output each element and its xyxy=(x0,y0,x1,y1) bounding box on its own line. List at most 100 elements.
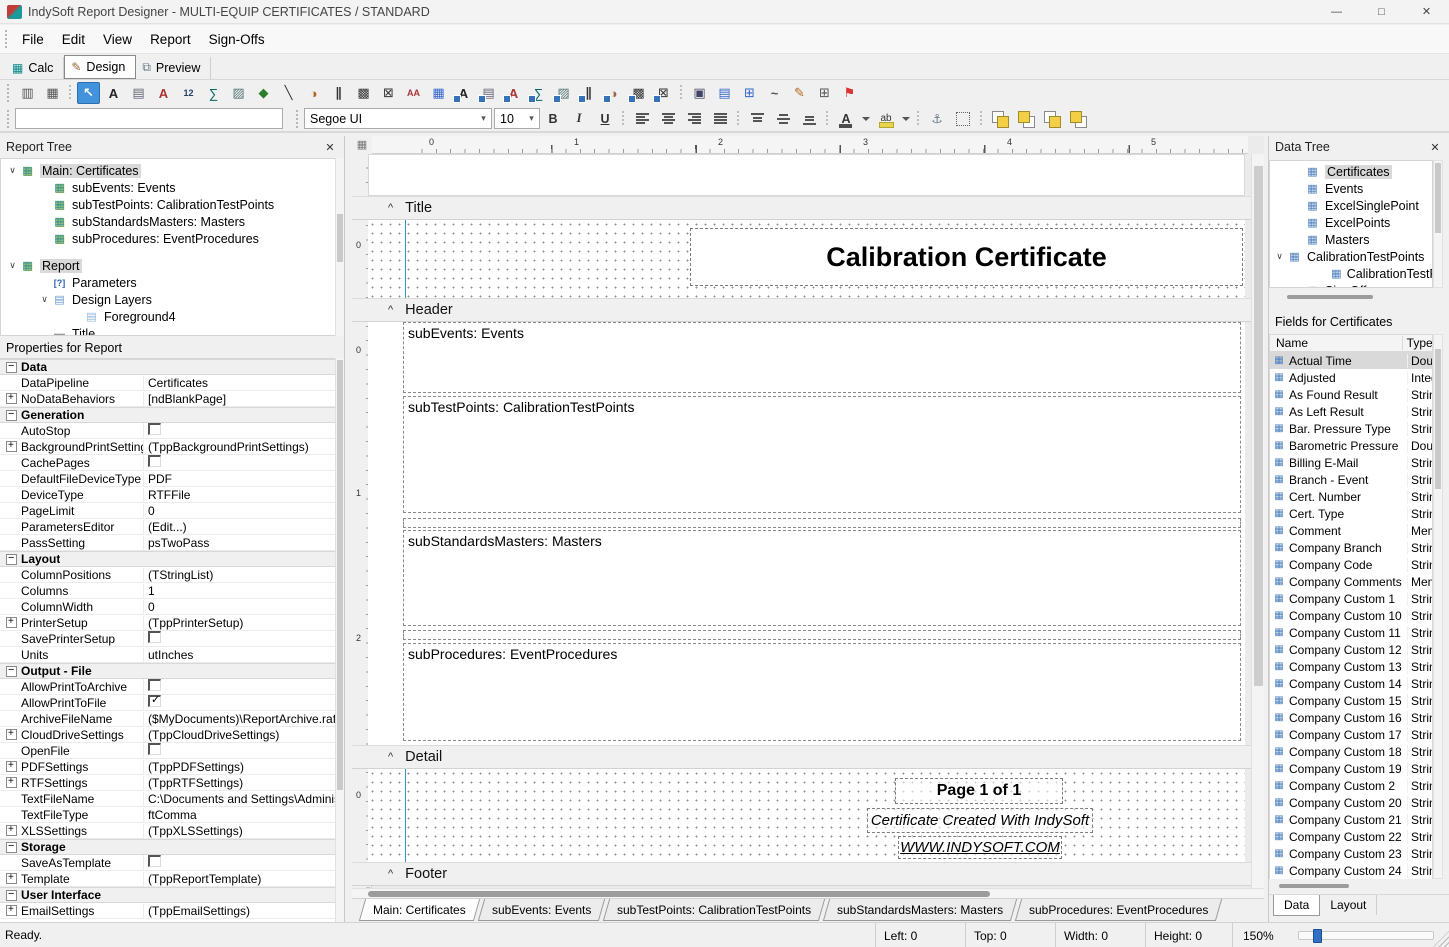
field-row[interactable]: Cert. Number Strin xyxy=(1270,488,1432,505)
separator[interactable] xyxy=(619,108,628,130)
property-row[interactable]: Storage xyxy=(0,839,335,855)
property-value[interactable] xyxy=(143,455,335,470)
bring-to-front-button[interactable] xyxy=(988,108,1012,130)
expand-icon[interactable] xyxy=(6,729,17,740)
field-row[interactable]: Cert. Type Strin xyxy=(1270,505,1432,522)
richtext-tool-icon[interactable]: A xyxy=(152,82,175,104)
region-tool-icon[interactable]: ▣ xyxy=(688,82,711,104)
right-panel-tab[interactable]: Data xyxy=(1273,895,1320,916)
data-tree-item[interactable]: CalibrationTestPoints xyxy=(1270,265,1432,282)
band-strip-header[interactable]: ^ Header xyxy=(352,298,1261,322)
separator[interactable] xyxy=(677,82,686,104)
property-row[interactable]: DataPipeline Certificates xyxy=(0,375,335,391)
expand-icon[interactable] xyxy=(6,569,17,580)
property-value[interactable]: Certificates xyxy=(143,376,335,390)
field-row[interactable]: Company Custom 1 Strin xyxy=(1270,590,1432,607)
font-name-combobox[interactable]: Segoe UI ▾ xyxy=(304,108,492,129)
dbimage-tool-icon[interactable]: ▨ xyxy=(552,82,575,104)
page-tab[interactable]: Main: Certificates xyxy=(359,899,480,921)
highlight-button[interactable]: ab xyxy=(874,108,898,130)
property-row[interactable]: DefaultFileDeviceType PDF xyxy=(0,471,335,487)
property-row[interactable]: SaveAsTemplate xyxy=(0,855,335,871)
expand-icon[interactable] xyxy=(6,745,17,756)
chevron-down-icon[interactable]: ∨ xyxy=(37,294,52,305)
field-row[interactable]: Actual Time Doub xyxy=(1270,352,1432,369)
property-row[interactable]: Template (TppReportTemplate) xyxy=(0,871,335,887)
dbbarcode-tool-icon[interactable]: ∥ xyxy=(577,82,600,104)
property-row[interactable]: DeviceType RTFFile xyxy=(0,487,335,503)
property-row[interactable]: EmailSettings (TppEmailSettings) xyxy=(0,903,335,919)
right-panel-tab[interactable]: Layout xyxy=(1320,895,1377,915)
subreport-component[interactable] xyxy=(403,630,1241,640)
field-row[interactable]: Company Custom 12 Strin xyxy=(1270,641,1432,658)
field-row[interactable]: Company Custom 17 Strin xyxy=(1270,726,1432,743)
underline-button[interactable]: U xyxy=(593,108,617,130)
expand-icon[interactable] xyxy=(6,617,17,628)
data-tree-item[interactable]: ExcelPoints xyxy=(1270,214,1432,231)
field-row[interactable]: Company Custom 19 Strin xyxy=(1270,760,1432,777)
dbmemo-tool-icon[interactable]: ▤ xyxy=(477,82,500,104)
separator[interactable] xyxy=(914,108,923,130)
data-tree-item[interactable]: Events xyxy=(1270,180,1432,197)
data-tree-horizontal-scrollbar[interactable] xyxy=(1269,292,1443,301)
property-value[interactable]: [ndBlankPage] xyxy=(143,392,335,406)
property-value[interactable]: C:\Documents and Settings\Administr xyxy=(143,792,335,806)
detail-label-component[interactable]: Certificate Created With IndySoft xyxy=(867,808,1093,833)
barcode2d-tool-icon[interactable]: ▩ xyxy=(352,82,375,104)
property-value[interactable]: 1 xyxy=(143,584,335,598)
field-row[interactable]: Bar. Pressure Type Strin xyxy=(1270,420,1432,437)
resize-grip[interactable] xyxy=(1433,931,1449,947)
field-row[interactable]: Company Comments Mem xyxy=(1270,573,1432,590)
field-row[interactable]: Company Code Strin xyxy=(1270,556,1432,573)
chart-tool-icon[interactable]: ◑ xyxy=(302,82,325,104)
property-row[interactable]: ParametersEditor (Edit...) xyxy=(0,519,335,535)
rotated-text-tool-icon[interactable]: AA xyxy=(402,82,425,104)
property-row[interactable]: TextFileType ftComma xyxy=(0,807,335,823)
property-value[interactable]: (TppPrinterSetup) xyxy=(143,616,335,630)
fields-column-type[interactable]: Type xyxy=(1403,336,1432,350)
expand-icon[interactable] xyxy=(6,489,17,500)
field-row[interactable]: Company Custom 22 Strin xyxy=(1270,828,1432,845)
property-value[interactable]: RTFFile xyxy=(143,488,335,502)
barcode-tool-icon[interactable]: ∥ xyxy=(327,82,350,104)
field-row[interactable]: Company Custom 16 Strin xyxy=(1270,709,1432,726)
menu-item[interactable]: View xyxy=(94,28,141,51)
property-row[interactable]: SavePrinterSetup xyxy=(0,631,335,647)
page-tab[interactable]: subProcedures: EventProcedures xyxy=(1015,899,1223,921)
toolbar-grip[interactable] xyxy=(3,30,10,48)
expand-icon[interactable] xyxy=(6,457,17,468)
property-value[interactable]: 0 xyxy=(143,600,335,614)
select-tool-icon[interactable]: ↖ xyxy=(77,82,100,104)
chevron-down-icon[interactable]: ∨ xyxy=(1272,251,1287,262)
property-value[interactable]: PDF xyxy=(143,472,335,486)
property-row[interactable]: CloudDriveSettings (TppCloudDriveSetting… xyxy=(0,727,335,743)
shape-tool-icon[interactable]: ◆ xyxy=(252,82,275,104)
expand-icon[interactable] xyxy=(6,842,17,853)
chevron-down-icon[interactable]: ∨ xyxy=(5,260,20,271)
data-tree-item[interactable]: SignOffs xyxy=(1270,282,1432,288)
page-tab[interactable]: subStandardsMasters: Masters xyxy=(823,899,1017,921)
property-value[interactable]: (TppXLSSettings) xyxy=(143,824,335,838)
checkbox-tool-icon[interactable]: ⊠ xyxy=(377,82,400,104)
checkbox[interactable] xyxy=(148,743,161,755)
field-row[interactable]: Adjusted Integ xyxy=(1270,369,1432,386)
expand-icon[interactable] xyxy=(6,601,17,612)
report-tree-item[interactable]: Parameters xyxy=(1,274,343,291)
field-row[interactable]: Company Branch Strin xyxy=(1270,539,1432,556)
property-row[interactable]: Units utInches xyxy=(0,647,335,663)
property-value[interactable] xyxy=(143,695,335,710)
db2dbarcode-tool-icon[interactable]: ▩ xyxy=(627,82,650,104)
close-icon[interactable]: ✕ xyxy=(1427,141,1443,154)
expand-icon[interactable] xyxy=(6,505,17,516)
property-row[interactable]: PassSetting psTwoPass xyxy=(0,535,335,551)
chevron-down-icon[interactable]: ▾ xyxy=(476,109,491,128)
line-tool-icon[interactable]: ╲ xyxy=(277,82,300,104)
field-row[interactable]: Company Custom 20 Strin xyxy=(1270,794,1432,811)
minimize-button[interactable]: — xyxy=(1314,0,1359,24)
align-center-button[interactable] xyxy=(656,108,680,130)
menu-item[interactable]: Sign-Offs xyxy=(200,28,274,51)
design-canvas[interactable]: ▦ 0 1 2 3 4 5 0 0 1 2 0 ^ Title xyxy=(352,136,1264,898)
pagestyle-tool-icon[interactable]: ⚑ xyxy=(838,82,861,104)
field-row[interactable]: Billing E-Mail Strin xyxy=(1270,454,1432,471)
expand-icon[interactable] xyxy=(6,825,17,836)
